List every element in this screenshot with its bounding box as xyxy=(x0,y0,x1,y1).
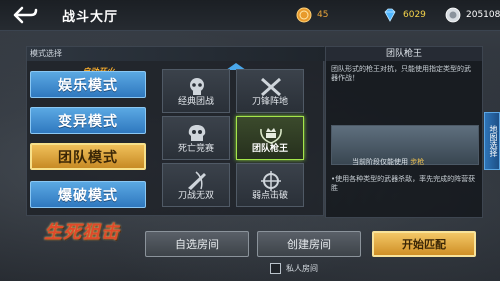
medal-icon xyxy=(445,7,461,23)
private-room-label: 私人房间 xyxy=(286,264,318,273)
gem-balance: 6029 xyxy=(382,6,426,24)
start-match-button[interactable]: 开始匹配 xyxy=(372,231,476,257)
mode-panel-header: 模式选择 xyxy=(27,47,326,61)
map-select-tab[interactable]: 地图选择 xyxy=(484,112,500,170)
mode-team-button[interactable]: 团队模式 xyxy=(30,143,146,170)
submode-tile-knife-fight[interactable]: 刀战无双 xyxy=(162,163,230,207)
coin-balance: 45 xyxy=(296,6,328,24)
preview-note: 当前阶段仅能使用 步枪 xyxy=(352,157,424,167)
logo-text: 生死狙击 xyxy=(44,222,120,243)
gold-coin-icon xyxy=(296,7,312,23)
submode-label: 刀锋阵地 xyxy=(251,97,288,107)
mode-demolition-button[interactable]: 爆破模式 xyxy=(30,181,146,208)
mode-entertainment-button[interactable]: 娱乐模式 xyxy=(30,71,146,98)
preview-note-prefix: 当前阶段仅能使用 xyxy=(352,158,408,166)
submode-tile-team-gunmaster[interactable]: 团队枪王 xyxy=(236,116,304,160)
page-title: 战斗大厅 xyxy=(62,10,119,25)
submode-tile-deathmatch[interactable]: 死亡竞赛 xyxy=(162,116,230,160)
private-room-toggle[interactable]: 私人房间 xyxy=(270,263,318,274)
info-rule: •使用各种类型的武器杀敌，率先完成的阵营获胜 xyxy=(331,175,476,192)
preview-note-weapon: 步枪 xyxy=(410,158,425,166)
submode-label: 团队枪王 xyxy=(251,144,288,154)
top-bar: 战斗大厅 45 6029 205108 xyxy=(0,0,500,31)
private-room-checkbox[interactable] xyxy=(270,263,281,274)
mode-mutation-button[interactable]: 变异模式 xyxy=(30,107,146,134)
custom-room-button[interactable]: 自选房间 xyxy=(145,231,249,257)
submode-label: 死亡竞赛 xyxy=(177,144,214,154)
submode-label: 刀战无双 xyxy=(177,191,214,201)
submode-tile-classic[interactable]: 经典团战 xyxy=(162,69,230,113)
points-balance: 205108 xyxy=(445,6,500,24)
create-room-button[interactable]: 创建房间 xyxy=(257,231,361,257)
submode-label: 弱点击破 xyxy=(251,191,288,201)
submode-tile-blade-position[interactable]: 刀锋阵地 xyxy=(236,69,304,113)
game-logo: 生死狙击 xyxy=(22,218,142,262)
submode-tile-weakpoint[interactable]: 弱点击破 xyxy=(236,163,304,207)
info-description: 团队形式的枪王对抗，只能使用指定类型的武器作战！ xyxy=(331,65,471,82)
points-value: 205108 xyxy=(466,10,500,20)
info-title: 团队枪王 xyxy=(326,47,482,61)
submode-label: 经典团战 xyxy=(177,97,214,107)
diamond-icon xyxy=(384,8,396,22)
gem-value: 6029 xyxy=(403,10,426,20)
coin-value: 45 xyxy=(317,10,329,20)
mode-info-panel: 团队枪王 团队形式的枪王对抗，只能使用指定类型的武器作战！ 当前阶段仅能使用 步… xyxy=(325,46,483,218)
back-arrow-icon[interactable] xyxy=(12,6,38,24)
